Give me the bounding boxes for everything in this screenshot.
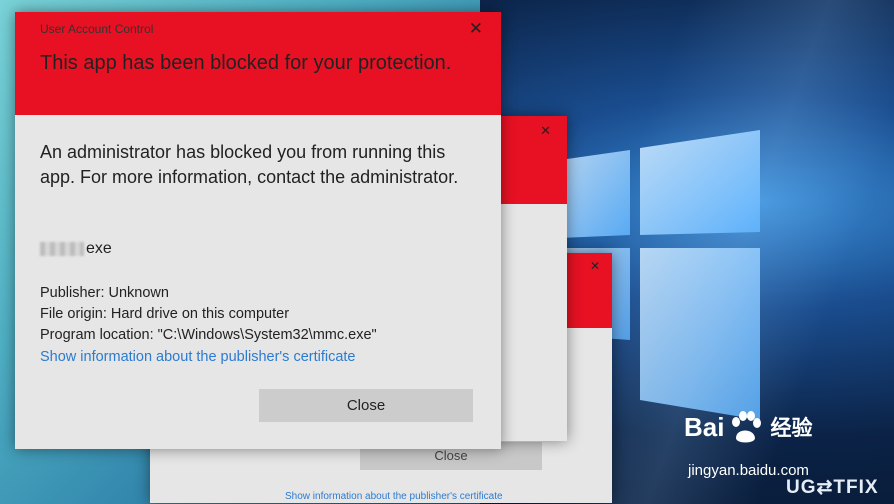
blocked-heading: This app has been blocked for your prote… [40, 52, 452, 74]
close-icon[interactable]: ✕ [540, 123, 551, 138]
close-icon[interactable]: ✕ [469, 20, 483, 37]
close-icon[interactable]: ✕ [590, 259, 600, 274]
file-extension: exe [86, 240, 112, 257]
blocked-message: An administrator has blocked you from ru… [40, 142, 459, 187]
blurred-filename [40, 242, 84, 256]
ugetfix-watermark: UG⇄TFIX [786, 477, 879, 498]
dialog-title: User Account Control [40, 22, 154, 36]
baidu-logo-text: Bai [684, 411, 725, 442]
publisher-info: Publisher: Unknown [40, 285, 169, 301]
uac-dialog: User Account Control ✕ This app has been… [15, 12, 501, 449]
baidu-watermark: Bai 经验 [684, 410, 812, 444]
baidu-logo-suffix: 经验 [770, 417, 813, 440]
program-location-info: Program location: "C:\Windows\System32\m… [40, 327, 377, 343]
close-button[interactable]: Close [259, 389, 473, 422]
file-name: exe [40, 240, 112, 258]
file-origin-info: File origin: Hard drive on this computer [40, 306, 290, 322]
dialog-middle-titlebar [495, 116, 567, 204]
paw-icon [732, 411, 762, 443]
certificate-link[interactable]: Show information about the publisher's c… [40, 349, 356, 365]
certificate-link[interactable]: Show information about the publisher's c… [285, 491, 503, 502]
dialog-middle: ✕ [495, 116, 567, 441]
